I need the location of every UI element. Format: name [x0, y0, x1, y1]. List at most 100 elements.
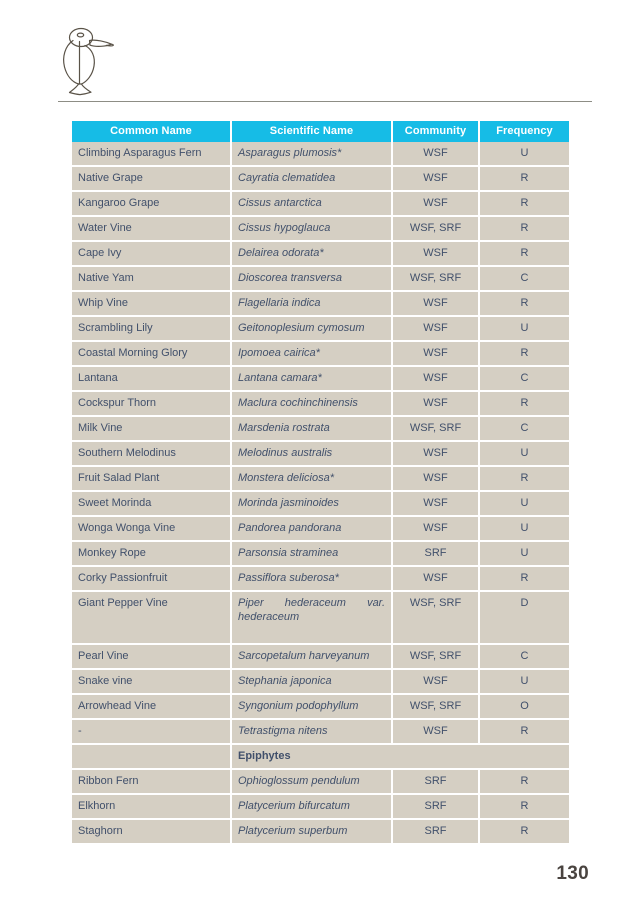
cell-scientific-name: Passiflora suberosa* [231, 566, 393, 592]
column-header-scientific-name: Scientific Name [231, 121, 393, 142]
cell-frequency: C [479, 366, 569, 392]
table-row: Corky Passionfruit Passiflora suberosa* WS… [72, 566, 569, 592]
table-row: Scrambling Lily Geitonoplesium cymosum WSF… [72, 316, 569, 342]
table-row: Fruit Salad Plant Monstera deliciosa* WSF R [72, 466, 569, 492]
table-row: Water Vine Cissus hypoglauca WSF, SRF R [72, 216, 569, 242]
cell-frequency: R [479, 341, 569, 367]
cell-community: WSF [392, 142, 480, 167]
cell-frequency: R [479, 391, 569, 417]
cell-frequency: R [479, 191, 569, 217]
cell-scientific-name: Ipomoea cairica* [231, 341, 393, 367]
table-row: Pearl Vine Sarcopetalum harveyanum WSF, SR… [72, 644, 569, 670]
cell-community: WSF [392, 291, 480, 317]
table-row: Monkey Rope Parsonsia straminea SRF U [72, 541, 569, 567]
table-row: Cockspur Thorn Maclura cochinchinensis WSF… [72, 391, 569, 417]
cell-scientific-name: Monstera deliciosa* [231, 466, 393, 492]
table-row: Native Yam Dioscorea transversa WSF, SRF C [72, 266, 569, 292]
page-header [0, 0, 641, 110]
table-row: Coastal Morning Glory Ipomoea cairica* WSF… [72, 341, 569, 367]
cell-common-name: Fruit Salad Plant [72, 466, 232, 492]
cell-frequency: R [479, 566, 569, 592]
table-row: Giant Pepper Vine Piper hederaceum var. h… [72, 591, 569, 645]
cell-scientific-name: Stephania japonica [231, 669, 393, 695]
cell-frequency: R [479, 166, 569, 192]
table-row: Climbing Asparagus Fern Asparagus plumosi… [72, 142, 569, 167]
cell-frequency: R [479, 291, 569, 317]
cell-frequency: R [479, 466, 569, 492]
cell-community: WSF [392, 719, 480, 745]
cell-community: WSF, SRF [392, 644, 480, 670]
cell-frequency: C [479, 416, 569, 442]
species-table: Common Name Scientific Name Community Fr… [72, 121, 569, 843]
cell-community: SRF [392, 769, 480, 795]
column-header-community: Community [392, 121, 480, 142]
cell-common-name: Arrowhead Vine [72, 694, 232, 720]
cell-community: WSF, SRF [392, 591, 480, 645]
cell-scientific-name: Platycerium superbum [231, 819, 393, 843]
cell-community: SRF [392, 819, 480, 843]
cell-frequency: U [479, 516, 569, 542]
cell-common-name: Whip Vine [72, 291, 232, 317]
cell-frequency: C [479, 266, 569, 292]
cell-community: WSF [392, 366, 480, 392]
cell-community: WSF [392, 466, 480, 492]
cell-community: WSF [392, 191, 480, 217]
table-row: Ribbon Fern Ophioglossum pendulum SRF R [72, 769, 569, 795]
cell-community: WSF, SRF [392, 694, 480, 720]
table-header-row: Common Name Scientific Name Community Fr… [72, 121, 569, 142]
cell-frequency: U [479, 441, 569, 467]
cell-scientific-name: Tetrastigma nitens [231, 719, 393, 745]
cell-frequency: R [479, 794, 569, 820]
cell-scientific-name: Melodinus australis [231, 441, 393, 467]
cell-common-name: Kangaroo Grape [72, 191, 232, 217]
cell-common-name: Snake vine [72, 669, 232, 695]
cell-common-name: Wonga Wonga Vine [72, 516, 232, 542]
cell-scientific-name: Geitonoplesium cymosum [231, 316, 393, 342]
cell-community: WSF [392, 241, 480, 267]
cell-community: WSF [392, 566, 480, 592]
cell-scientific-name: Platycerium bifurcatum [231, 794, 393, 820]
cell-common-name: Pearl Vine [72, 644, 232, 670]
cell-common-name: Sweet Morinda [72, 491, 232, 517]
cell-scientific-name: Cissus hypoglauca [231, 216, 393, 242]
cell-frequency: R [479, 769, 569, 795]
cell-scientific-name: Maclura cochinchinensis [231, 391, 393, 417]
column-header-frequency: Frequency [479, 121, 569, 142]
cell-community: SRF [392, 541, 480, 567]
cell-frequency: O [479, 694, 569, 720]
cell-common-name: Southern Melodinus [72, 441, 232, 467]
cell-community: WSF [392, 166, 480, 192]
cell-scientific-name: Lantana camara* [231, 366, 393, 392]
cell-community: WSF [392, 491, 480, 517]
table-header: Common Name Scientific Name Community Fr… [72, 121, 569, 142]
table-row: Elkhorn Platycerium bifurcatum SRF R [72, 794, 569, 820]
table-body: Climbing Asparagus Fern Asparagus plumosi… [72, 142, 569, 843]
cell-common-name: Ribbon Fern [72, 769, 232, 795]
table-row: Sweet Morinda Morinda jasminoides WSF U [72, 491, 569, 517]
column-header-common-name: Common Name [72, 121, 232, 142]
cell-community: WSF [392, 669, 480, 695]
cell-community: WSF [392, 341, 480, 367]
table-row: Staghorn Platycerium superbum SRF R [72, 819, 569, 843]
cell-common-name: Staghorn [72, 819, 232, 843]
cell-community: WSF [392, 316, 480, 342]
table-row: Lantana Lantana camara* WSF C [72, 366, 569, 392]
cell-community: WSF, SRF [392, 266, 480, 292]
cell-frequency: U [479, 669, 569, 695]
cell-common-name: Native Yam [72, 266, 232, 292]
table-row: Wonga Wonga Vine Pandorea pandorana WSF U [72, 516, 569, 542]
cell-community: WSF, SRF [392, 216, 480, 242]
table-group-row: Epiphytes [72, 744, 569, 770]
cell-scientific-name: Marsdenia rostrata [231, 416, 393, 442]
header-divider [58, 101, 592, 102]
cell-common-name: Elkhorn [72, 794, 232, 820]
table-row: - Tetrastigma nitens WSF R [72, 719, 569, 745]
cell-scientific-name: Piper hederaceum var. hederaceum [231, 591, 393, 645]
cell-common-name: Scrambling Lily [72, 316, 232, 342]
cell-common-name: Cockspur Thorn [72, 391, 232, 417]
cell-common-name: Cape Ivy [72, 241, 232, 267]
cell-frequency: R [479, 719, 569, 745]
table-row: Cape Ivy Delairea odorata* WSF R [72, 241, 569, 267]
table-row: Snake vine Stephania japonica WSF U [72, 669, 569, 695]
table-row: Whip Vine Flagellaria indica WSF R [72, 291, 569, 317]
